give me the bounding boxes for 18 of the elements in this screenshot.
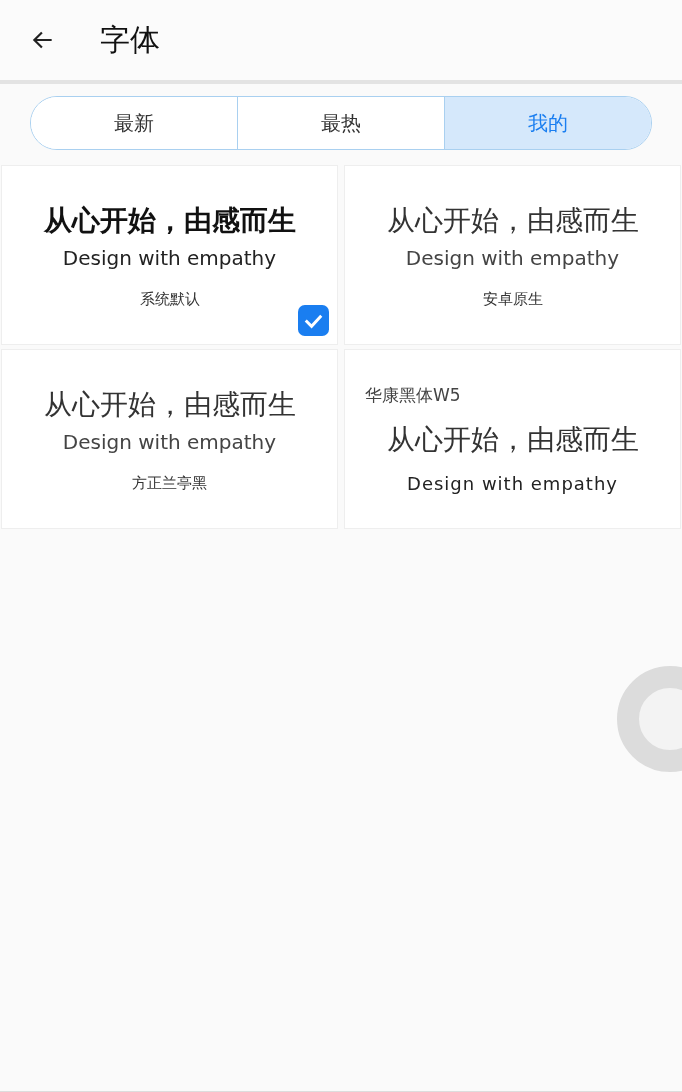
font-sample-headline: 从心开始，由感而生: [43, 386, 296, 423]
font-name: 华康黑体W5: [365, 384, 461, 407]
font-card[interactable]: 从心开始，由感而生 Design with empathy 安卓原生: [344, 165, 681, 345]
font-sample-text: Design with empathy: [62, 429, 277, 454]
font-name: 方正兰亭黑: [132, 473, 207, 493]
font-sample-headline: 从心开始，由感而生: [386, 422, 639, 458]
font-card[interactable]: 从心开始，由感而生 Design with empathy 方正兰亭黑: [1, 349, 338, 529]
font-sample-text: Design with empathy: [405, 245, 620, 270]
checkbox-checked-icon[interactable]: [298, 305, 329, 336]
font-sample-text: Design with empathy: [62, 245, 277, 270]
font-card[interactable]: 华康黑体W5 从心开始，由感而生 Design with empathy: [344, 349, 681, 529]
page-title: 字体: [100, 20, 160, 59]
font-card[interactable]: 从心开始，由感而生 Design with empathy 系统默认: [1, 165, 338, 345]
font-sample-headline: 从心开始，由感而生: [386, 202, 639, 239]
font-name: 安卓原生: [482, 289, 543, 309]
font-name: 系统默认: [139, 289, 200, 309]
font-sample-text: Design with empathy: [407, 473, 618, 494]
font-sample-headline: 从心开始，由感而生: [43, 202, 296, 239]
